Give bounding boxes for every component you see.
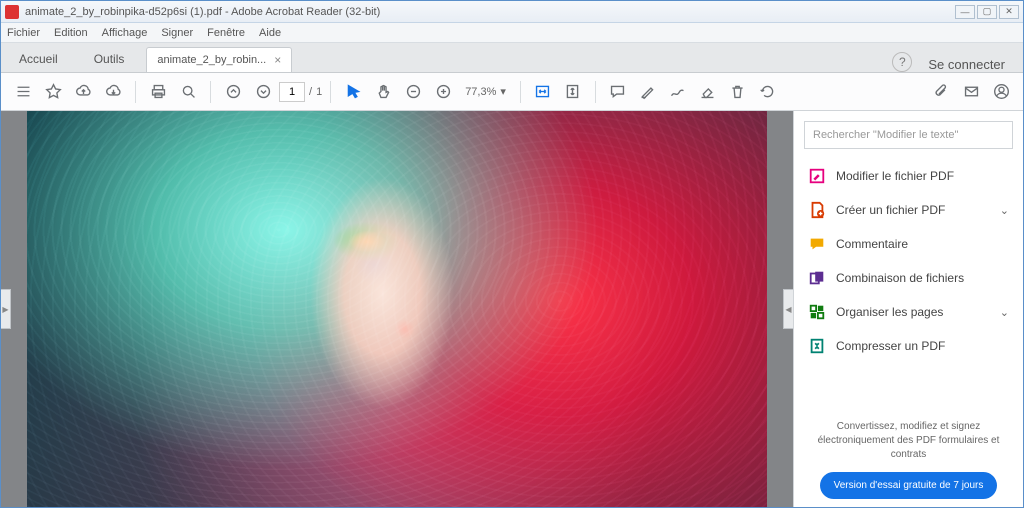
tool-combine-files[interactable]: Combinaison de fichiers: [804, 261, 1013, 295]
trial-button[interactable]: Version d'essai gratuite de 7 jours: [820, 472, 998, 499]
tool-list: Modifier le fichier PDF Créer un fichier…: [804, 159, 1013, 412]
page-number: / 1: [279, 82, 322, 102]
organize-icon: [808, 303, 826, 321]
content-area: ▶ ◀ Rechercher "Modifier le texte" Modif…: [1, 111, 1023, 507]
tool-label: Combinaison de fichiers: [836, 271, 964, 285]
tool-label: Compresser un PDF: [836, 339, 945, 353]
tool-organize-pages[interactable]: Organiser les pages ⌄: [804, 295, 1013, 329]
compress-icon: [808, 337, 826, 355]
window-controls: — ▢ ✕: [955, 5, 1019, 19]
document-viewer[interactable]: ▶ ◀: [1, 111, 793, 507]
zoom-select[interactable]: 77,3% ▾: [465, 85, 506, 98]
tab-bar: Accueil Outils animate_2_by_robin... × ?…: [1, 43, 1023, 73]
page-current-input[interactable]: [279, 82, 305, 102]
menu-window[interactable]: Fenêtre: [207, 27, 245, 39]
tool-label: Organiser les pages: [836, 305, 943, 319]
comment-tool-icon: [808, 235, 826, 253]
cloud-upload-icon[interactable]: [69, 78, 97, 106]
left-panel-handle[interactable]: ▶: [1, 289, 11, 329]
window-title: animate_2_by_robinpika-d52p6si (1).pdf -…: [25, 6, 955, 18]
profile-icon[interactable]: [987, 78, 1015, 106]
menu-help[interactable]: Aide: [259, 27, 281, 39]
rotate-icon[interactable]: [754, 78, 782, 106]
attachment-icon[interactable]: [927, 78, 955, 106]
tab-document[interactable]: animate_2_by_robin... ×: [146, 47, 292, 72]
search-placeholder: Rechercher "Modifier le texte": [813, 129, 958, 141]
search-tools-input[interactable]: Rechercher "Modifier le texte": [804, 121, 1013, 149]
zoom-out-icon[interactable]: [399, 78, 427, 106]
cloud-download-icon[interactable]: [99, 78, 127, 106]
draw-icon[interactable]: [664, 78, 692, 106]
page-down-icon[interactable]: [249, 78, 277, 106]
title-bar: animate_2_by_robinpika-d52p6si (1).pdf -…: [1, 1, 1023, 23]
maximize-button[interactable]: ▢: [977, 5, 997, 19]
menu-bar: Fichier Edition Affichage Signer Fenêtre…: [1, 23, 1023, 43]
page-sep: /: [309, 86, 312, 98]
right-panel-handle[interactable]: ◀: [783, 289, 793, 329]
tab-document-label: animate_2_by_robin...: [157, 54, 266, 66]
tool-label: Créer un fichier PDF: [836, 203, 945, 217]
app-icon: [5, 5, 19, 19]
menu-view[interactable]: Affichage: [102, 27, 148, 39]
comment-icon[interactable]: [604, 78, 632, 106]
promo-text: Convertissez, modifiez et signez électro…: [804, 412, 1013, 472]
tab-close-icon[interactable]: ×: [274, 53, 281, 67]
page-up-icon[interactable]: [219, 78, 247, 106]
create-pdf-icon: [808, 201, 826, 219]
menu-edit[interactable]: Edition: [54, 27, 88, 39]
menu-sign[interactable]: Signer: [161, 27, 193, 39]
tool-label: Modifier le fichier PDF: [836, 169, 954, 183]
page-total: 1: [316, 86, 322, 98]
tool-edit-pdf[interactable]: Modifier le fichier PDF: [804, 159, 1013, 193]
edit-pdf-icon: [808, 167, 826, 185]
zoom-value: 77,3%: [465, 86, 496, 98]
tools-panel: Rechercher "Modifier le texte" Modifier …: [793, 111, 1023, 507]
highlight-icon[interactable]: [634, 78, 662, 106]
eraser-icon[interactable]: [694, 78, 722, 106]
tool-compress-pdf[interactable]: Compresser un PDF: [804, 329, 1013, 363]
zoom-in-icon[interactable]: [429, 78, 457, 106]
minimize-button[interactable]: —: [955, 5, 975, 19]
hand-icon[interactable]: [369, 78, 397, 106]
star-icon[interactable]: [39, 78, 67, 106]
fit-width-icon[interactable]: [529, 78, 557, 106]
tool-create-pdf[interactable]: Créer un fichier PDF ⌄: [804, 193, 1013, 227]
menu-icon[interactable]: [9, 78, 37, 106]
menu-file[interactable]: Fichier: [7, 27, 40, 39]
tool-label: Commentaire: [836, 237, 908, 251]
tab-tools[interactable]: Outils: [76, 46, 143, 72]
delete-icon[interactable]: [724, 78, 752, 106]
chevron-down-icon: ▾: [500, 85, 506, 98]
tab-home[interactable]: Accueil: [1, 46, 76, 72]
chevron-down-icon: ⌄: [1000, 204, 1009, 217]
chevron-down-icon: ⌄: [1000, 306, 1009, 319]
help-icon[interactable]: ?: [892, 52, 912, 72]
toolbar: / 1 77,3% ▾: [1, 73, 1023, 111]
print-icon[interactable]: [144, 78, 172, 106]
email-icon[interactable]: [957, 78, 985, 106]
tool-comment[interactable]: Commentaire: [804, 227, 1013, 261]
fit-page-icon[interactable]: [559, 78, 587, 106]
close-button[interactable]: ✕: [999, 5, 1019, 19]
pdf-page: [27, 111, 767, 507]
search-icon[interactable]: [174, 78, 202, 106]
sign-in-link[interactable]: Se connecter: [928, 57, 1005, 72]
select-icon[interactable]: [339, 78, 367, 106]
combine-icon: [808, 269, 826, 287]
